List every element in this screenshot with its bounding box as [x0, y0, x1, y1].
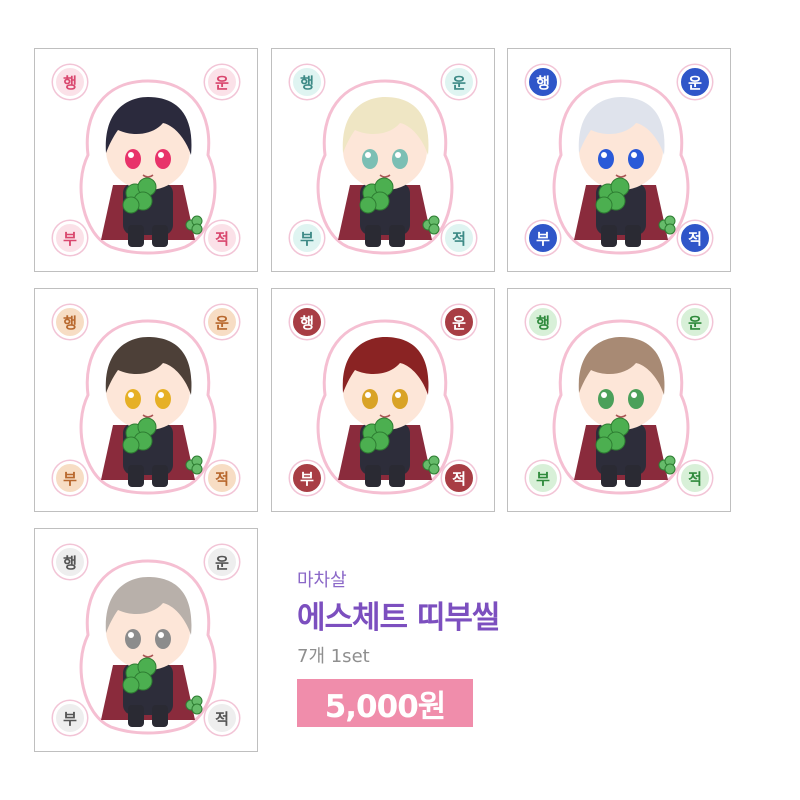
chibi-character-illustration — [316, 79, 454, 255]
badge-br: 적 — [678, 461, 712, 495]
badge-tr: 운 — [678, 65, 712, 99]
badge-tr: 운 — [205, 65, 239, 99]
chibi-character-illustration — [79, 559, 217, 735]
badge-tr: 운 — [678, 305, 712, 339]
brand-name: 마차살 — [297, 570, 347, 591]
badge-tr: 운 — [205, 545, 239, 579]
chibi-character-illustration — [79, 319, 217, 495]
badge-tl: 행 — [526, 305, 560, 339]
badge-tr: 운 — [442, 305, 476, 339]
badge-bl: 부 — [526, 221, 560, 255]
product-title: 에스체트 띠부씰 — [297, 600, 500, 636]
sticker-card: 행 운부 적 — [271, 48, 495, 272]
chibi-character-illustration — [316, 319, 454, 495]
badge-br: 적 — [205, 701, 239, 735]
sticker-card: 행 운부 적 — [507, 288, 731, 512]
badge-bl: 부 — [53, 221, 87, 255]
badge-bl: 부 — [526, 461, 560, 495]
badge-bl: 부 — [53, 701, 87, 735]
badge-tl: 행 — [53, 305, 87, 339]
badge-br: 적 — [442, 221, 476, 255]
badge-tl: 행 — [290, 305, 324, 339]
sticker-card: 행 운부 적 — [507, 48, 731, 272]
price-tag: 5,000원 — [297, 679, 473, 727]
badge-tl: 행 — [53, 65, 87, 99]
badge-tl: 행 — [53, 545, 87, 579]
badge-tr: 운 — [205, 305, 239, 339]
badge-tl: 행 — [290, 65, 324, 99]
chibi-character-illustration — [552, 319, 690, 495]
chibi-character-illustration — [79, 79, 217, 255]
sticker-card: 행 운부 적 — [34, 288, 258, 512]
badge-bl: 부 — [290, 461, 324, 495]
sticker-card: 행 운부 적 — [34, 48, 258, 272]
badge-br: 적 — [442, 461, 476, 495]
badge-bl: 부 — [53, 461, 87, 495]
badge-bl: 부 — [290, 221, 324, 255]
product-subtitle: 7개 1set — [297, 646, 370, 667]
badge-br: 적 — [205, 461, 239, 495]
badge-br: 적 — [678, 221, 712, 255]
sticker-card: 행 운부 적 — [271, 288, 495, 512]
badge-br: 적 — [205, 221, 239, 255]
badge-tl: 행 — [526, 65, 560, 99]
sticker-card: 행 운부 적 — [34, 528, 258, 752]
chibi-character-illustration — [552, 79, 690, 255]
badge-tr: 운 — [442, 65, 476, 99]
